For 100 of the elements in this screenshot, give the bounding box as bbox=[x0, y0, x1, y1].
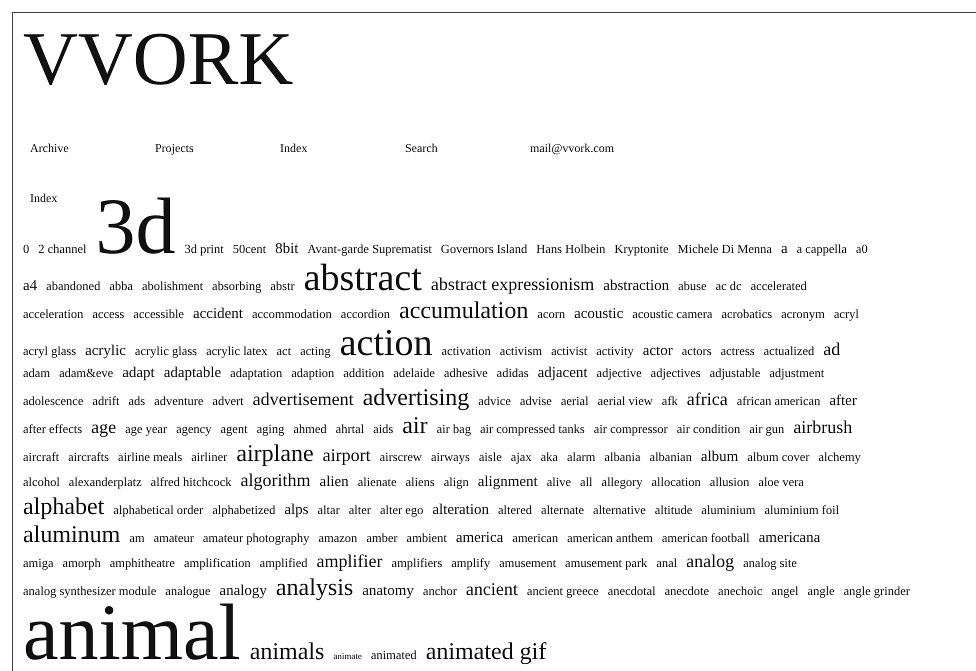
tag-link[interactable]: amiga bbox=[23, 553, 54, 573]
tag-link[interactable]: abolishment bbox=[142, 276, 204, 296]
tag-link[interactable]: a4 bbox=[23, 276, 38, 296]
tag-link[interactable]: adrift bbox=[92, 391, 120, 411]
tag-link[interactable]: airport bbox=[322, 444, 371, 466]
tag-link[interactable]: amateur photography bbox=[202, 528, 310, 548]
site-logo[interactable]: VVORK bbox=[23, 21, 294, 97]
tag-link[interactable]: adjustment bbox=[769, 363, 824, 383]
tag-link[interactable]: adjective bbox=[596, 363, 642, 383]
tag-link[interactable]: adelaide bbox=[393, 363, 435, 383]
tag-link[interactable]: align bbox=[444, 472, 469, 492]
tag-link[interactable]: analog bbox=[686, 550, 734, 572]
tag-link[interactable]: alternative bbox=[593, 500, 646, 520]
tag-link[interactable]: air compressor bbox=[594, 419, 668, 439]
tag-link[interactable]: airbrush bbox=[793, 416, 852, 438]
tag-link[interactable]: amplifier bbox=[316, 550, 383, 572]
tag-link[interactable]: analogue bbox=[165, 581, 210, 601]
tag-link[interactable]: aluminum bbox=[23, 522, 120, 548]
tag-link[interactable]: america bbox=[456, 528, 504, 548]
tag-link[interactable]: aisle bbox=[478, 447, 502, 467]
tag-link[interactable]: anal bbox=[656, 553, 678, 573]
tag-link[interactable]: 2 channel bbox=[38, 239, 86, 259]
tag-link[interactable]: advise bbox=[520, 391, 552, 411]
tag-link[interactable]: advice bbox=[478, 391, 511, 411]
tag-link[interactable]: acrylic latex bbox=[206, 341, 268, 361]
tag-link[interactable]: airscrew bbox=[380, 447, 422, 467]
tag-link[interactable]: altar bbox=[318, 500, 340, 520]
tag-link[interactable]: advertising bbox=[362, 385, 470, 411]
tag-link[interactable]: am bbox=[129, 528, 145, 548]
tag-link[interactable]: air bag bbox=[436, 419, 471, 439]
tag-link[interactable]: american football bbox=[662, 528, 750, 548]
tag-link[interactable]: ads bbox=[128, 391, 146, 411]
tag-link[interactable]: accessible bbox=[133, 304, 184, 324]
tag-link[interactable]: abuse bbox=[678, 276, 707, 296]
tag-link[interactable]: anecdotal bbox=[608, 581, 656, 601]
tag-link[interactable]: allegory bbox=[602, 472, 642, 492]
tag-link[interactable]: Michele Di Menna bbox=[678, 239, 772, 259]
tag-link[interactable]: activity bbox=[596, 341, 634, 361]
tag-link[interactable]: abstract bbox=[304, 261, 422, 295]
tag-link[interactable]: addition bbox=[343, 363, 384, 383]
tag-link[interactable]: american bbox=[512, 528, 558, 548]
tag-link[interactable]: age year bbox=[125, 419, 168, 439]
tag-link[interactable]: alchemy bbox=[818, 447, 861, 467]
tag-link[interactable]: alphabet bbox=[23, 494, 104, 520]
tag-link[interactable]: amazon bbox=[318, 528, 358, 548]
tag-link[interactable]: ancient greece bbox=[526, 581, 599, 601]
tag-link[interactable]: adaptation bbox=[230, 363, 282, 383]
tag-link[interactable]: 50cent bbox=[232, 239, 266, 259]
tag-link[interactable]: amber bbox=[366, 528, 398, 548]
tag-link[interactable]: angel bbox=[771, 581, 799, 601]
tag-link[interactable]: airways bbox=[430, 447, 470, 467]
tag-link[interactable]: acrobatics bbox=[721, 304, 772, 324]
tag-link[interactable]: acryl bbox=[834, 304, 859, 324]
tag-link[interactable]: albania bbox=[604, 447, 641, 467]
tag-link[interactable]: adaption bbox=[291, 363, 334, 383]
tag-link[interactable]: advert bbox=[212, 391, 244, 411]
tag-link[interactable]: absorbing bbox=[212, 276, 262, 296]
tag-link[interactable]: acryl glass bbox=[23, 341, 76, 361]
tag-link[interactable]: albanian bbox=[650, 447, 692, 467]
tag-link[interactable]: Kryptonite bbox=[614, 239, 669, 259]
tag-link[interactable]: alignment bbox=[478, 472, 538, 492]
tag-link[interactable]: analog synthesizer module bbox=[23, 581, 156, 601]
tag-link[interactable]: altered bbox=[498, 500, 532, 520]
tag-link[interactable]: african american bbox=[736, 391, 820, 411]
nav-link[interactable]: Search bbox=[405, 139, 530, 157]
tag-link[interactable]: abstr bbox=[270, 276, 295, 296]
tag-link[interactable]: album bbox=[700, 447, 738, 467]
tag-link[interactable]: air condition bbox=[676, 419, 740, 439]
tag-link[interactable]: ac dc bbox=[716, 276, 742, 296]
tag-link[interactable]: abandoned bbox=[46, 276, 100, 296]
tag-link[interactable]: analysis bbox=[276, 575, 354, 601]
tag-link[interactable]: amplify bbox=[451, 553, 490, 573]
tag-link[interactable]: algorithm bbox=[240, 469, 311, 491]
tag-link[interactable]: Hans Holbein bbox=[536, 239, 606, 259]
tag-link[interactable]: ahrtal bbox=[336, 419, 364, 439]
tag-link[interactable]: adjacent bbox=[538, 363, 588, 383]
tag-link[interactable]: acceleration bbox=[23, 304, 84, 324]
tag-link[interactable]: ambient bbox=[406, 528, 447, 548]
tag-link[interactable]: animated bbox=[370, 645, 417, 665]
tag-link[interactable]: anatomy bbox=[362, 581, 414, 601]
tag-link[interactable]: accommodation bbox=[252, 304, 332, 324]
tag-link[interactable]: actor bbox=[642, 341, 673, 361]
tag-link[interactable]: abba bbox=[109, 276, 133, 296]
tag-link[interactable]: angle grinder bbox=[844, 581, 910, 601]
tag-link[interactable]: album cover bbox=[747, 447, 810, 467]
tag-link[interactable]: adaptable bbox=[164, 363, 222, 383]
tag-link[interactable]: aluminium bbox=[701, 500, 756, 520]
tag-link[interactable]: acrylic glass bbox=[134, 341, 198, 361]
tag-link[interactable]: accelerated bbox=[750, 276, 807, 296]
tag-link[interactable]: accordion bbox=[340, 304, 390, 324]
tag-link[interactable]: abstract expressionism bbox=[430, 273, 594, 295]
tag-link[interactable]: abstraction bbox=[603, 276, 670, 296]
tag-link[interactable]: american anthem bbox=[567, 528, 653, 548]
tag-link[interactable]: alexanderplatz bbox=[68, 472, 142, 492]
tag-link[interactable]: Avant-garde Suprematist bbox=[307, 239, 432, 259]
tag-link[interactable]: aircraft bbox=[23, 447, 60, 467]
tag-link[interactable]: animate bbox=[333, 646, 362, 666]
tag-link[interactable]: alphabetized bbox=[212, 500, 276, 520]
tag-link[interactable]: angle bbox=[808, 581, 835, 601]
tag-link[interactable]: americana bbox=[758, 528, 820, 548]
